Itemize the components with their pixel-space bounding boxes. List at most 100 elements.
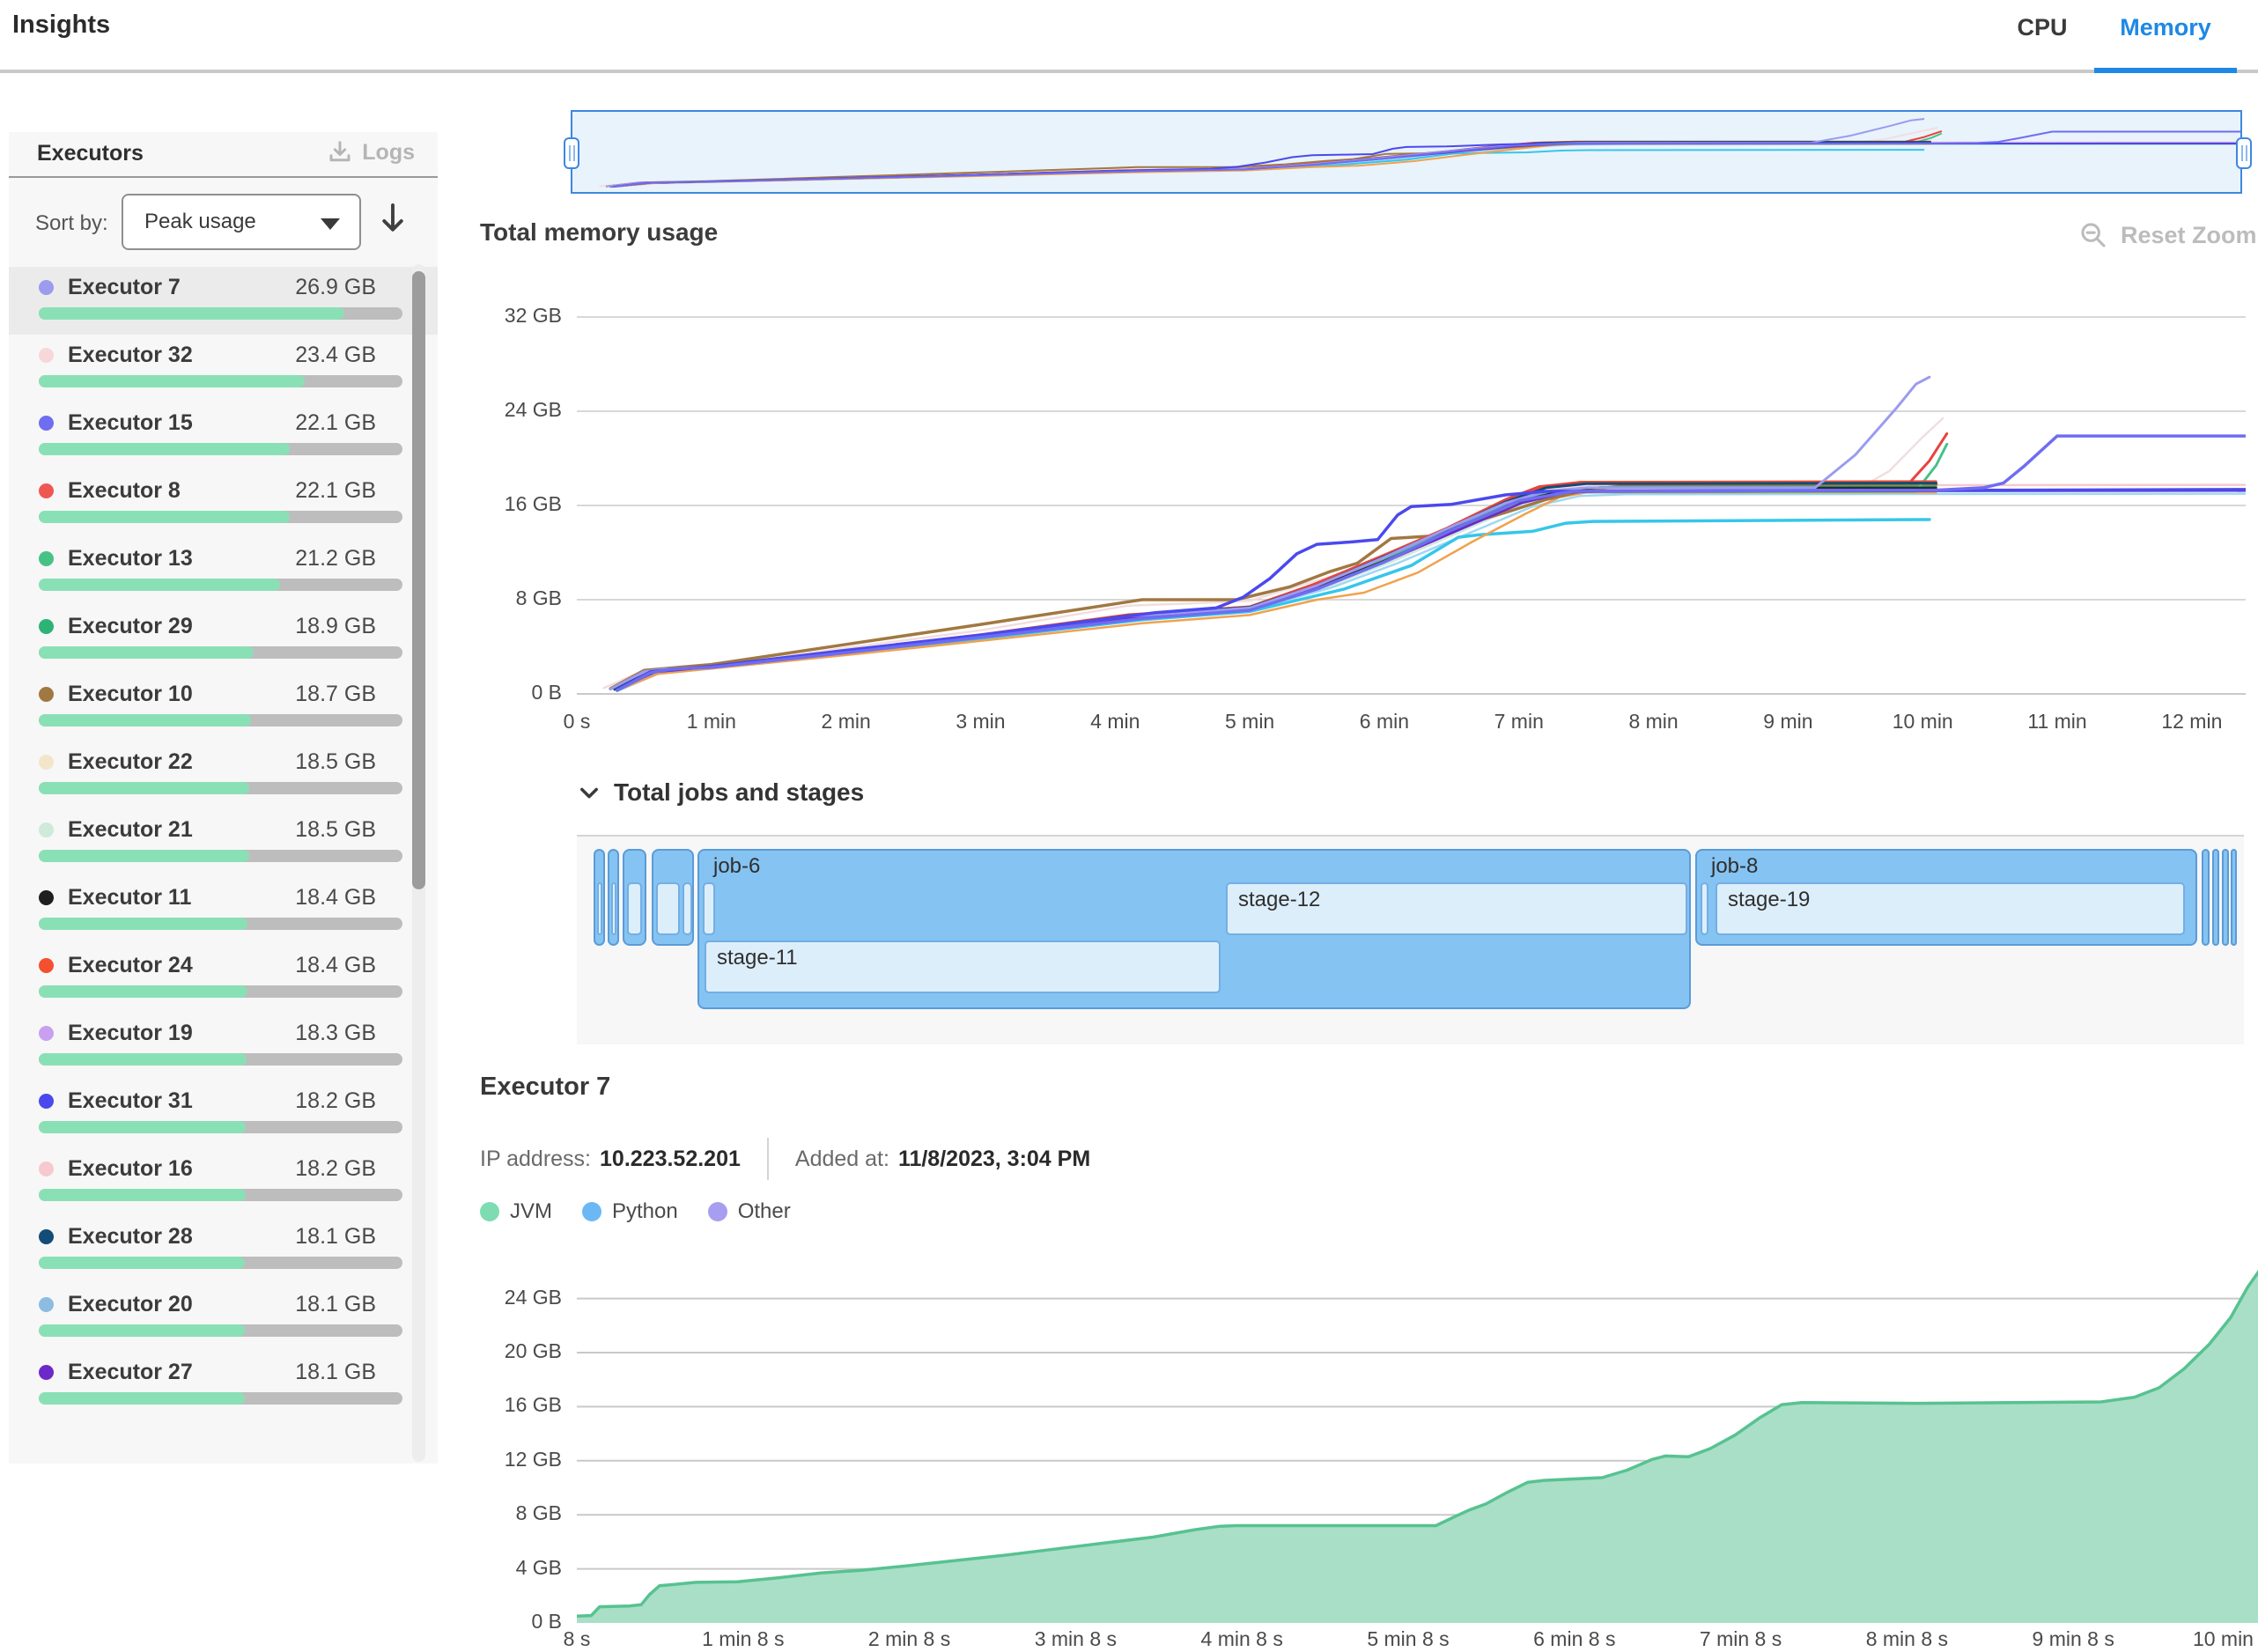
executor-list-item[interactable]: Executor 3223.4 GB (9, 335, 438, 402)
legend-color-dot (582, 1202, 601, 1221)
stage-bar[interactable] (627, 882, 642, 935)
executor-list-item[interactable]: Executor 1918.3 GB (9, 1013, 438, 1080)
jobs-section-toggle[interactable]: Total jobs and stages (577, 778, 864, 807)
executor-color-dot (39, 551, 54, 566)
y-axis-tick-label: 24 GB (458, 1286, 562, 1309)
executor-list-item[interactable]: Executor 2118.5 GB (9, 809, 438, 877)
stage-bar[interactable] (597, 882, 602, 935)
timeline-brush[interactable] (571, 110, 2242, 194)
executor-memory-area-chart[interactable] (577, 1243, 2258, 1623)
x-axis-tick-label: 0 s (502, 710, 652, 734)
stage-bar[interactable]: stage-12 (1226, 882, 1687, 935)
executor-name: Executor 32 (68, 343, 193, 368)
memory-line-executor-27 (617, 490, 2246, 690)
executor-color-dot (39, 687, 54, 702)
executor-list-item[interactable]: Executor 2418.4 GB (9, 945, 438, 1013)
job-bar[interactable] (2212, 849, 2219, 946)
executor-list-item[interactable]: Executor 2718.1 GB (9, 1352, 438, 1420)
executor-row: Executor 1018.7 GB (39, 681, 402, 707)
executor-usage-bar (39, 375, 402, 387)
stage-bar[interactable] (683, 882, 692, 935)
executor-usage-bar (39, 646, 402, 659)
total-memory-usage-chart[interactable] (577, 291, 2246, 704)
sort-by-label: Sort by: (35, 211, 108, 236)
executor-list-item[interactable]: Executor 726.9 GB (9, 267, 438, 335)
executor-usage-bar-fill (39, 511, 290, 523)
added-at-value: 11/8/2023, 3:04 PM (898, 1147, 1090, 1172)
memory-line-executor-20 (617, 494, 2246, 690)
executor-peak-value: 18.2 GB (295, 1156, 376, 1182)
tab-memory[interactable]: Memory (2095, 14, 2236, 41)
reset-zoom-button[interactable]: Reset Zoom (2078, 220, 2257, 250)
brush-handle-right[interactable] (2236, 137, 2252, 169)
x-axis-tick-label: 1 min (637, 710, 786, 734)
tab-cpu[interactable]: CPU (1998, 14, 2086, 41)
executor-usage-bar-fill (39, 1392, 245, 1405)
stage-bar[interactable] (703, 882, 715, 935)
stage-label: stage-11 (717, 946, 798, 970)
executor-list-item[interactable]: Executor 3118.2 GB (9, 1080, 438, 1148)
executor-row: Executor 3223.4 GB (39, 342, 402, 368)
executor-list-item[interactable]: Executor 2818.1 GB (9, 1216, 438, 1284)
executor-name: Executor 13 (68, 546, 193, 572)
x-axis-tick-label: 9 min (1713, 710, 1863, 734)
scrollbar-thumb[interactable] (412, 271, 425, 889)
sort-select[interactable]: Peak usage (122, 194, 361, 250)
executor-list-item[interactable]: Executor 1618.2 GB (9, 1148, 438, 1216)
stage-bar[interactable]: stage-11 (705, 940, 1221, 993)
executor-list-item[interactable]: Executor 2018.1 GB (9, 1284, 438, 1352)
executor-usage-bar (39, 1324, 402, 1337)
y-axis-tick-label: 0 B (458, 681, 562, 704)
y-axis-tick-label: 20 GB (458, 1339, 562, 1363)
sort-direction-descending-icon[interactable] (377, 201, 409, 236)
executor-name: Executor 28 (68, 1224, 193, 1250)
executor-color-dot (39, 1229, 54, 1244)
logs-button[interactable]: Logs (327, 139, 415, 166)
executor-usage-bar (39, 443, 402, 455)
stage-bar[interactable] (1701, 882, 1708, 935)
executor-peak-value: 18.1 GB (295, 1360, 376, 1385)
job-bar[interactable] (2222, 849, 2229, 946)
executor-usage-bar (39, 511, 402, 523)
legend-color-dot (480, 1202, 499, 1221)
executor-usage-bar (39, 1121, 402, 1133)
job-bar[interactable] (2231, 849, 2237, 946)
executor-row: Executor 1118.4 GB (39, 884, 402, 911)
memory-line-executor-31 (617, 490, 2246, 690)
executor-usage-bar (39, 850, 402, 862)
executor-list-item[interactable]: Executor 2918.9 GB (9, 606, 438, 674)
executor-peak-value: 18.9 GB (295, 614, 376, 639)
legend-item: Other (708, 1199, 791, 1224)
executor-usage-bar (39, 1053, 402, 1066)
executor-usage-bar (39, 1189, 402, 1201)
stage-bar[interactable] (656, 882, 680, 935)
x-axis-tick-label: 3 min 8 s (1000, 1627, 1150, 1651)
download-icon (327, 139, 353, 166)
x-axis-tick-label: 12 min (2117, 710, 2258, 734)
stage-bar[interactable]: stage-19 (1716, 882, 2185, 935)
executor-list-item[interactable]: Executor 1321.2 GB (9, 538, 438, 606)
executor-row: Executor 1522.1 GB (39, 409, 402, 436)
executor-list-item[interactable]: Executor 822.1 GB (9, 470, 438, 538)
y-axis-tick-label: 12 GB (458, 1448, 562, 1471)
stage-bar[interactable] (611, 882, 616, 935)
job-bar[interactable] (2202, 849, 2210, 946)
executor-color-dot (39, 755, 54, 770)
brush-handle-left[interactable] (564, 137, 579, 169)
executor-list-item[interactable]: Executor 2218.5 GB (9, 741, 438, 809)
x-axis-tick-label: 11 min (1982, 710, 2132, 734)
executor-color-dot (39, 1365, 54, 1380)
executor-list-item[interactable]: Executor 1118.4 GB (9, 877, 438, 945)
x-axis-tick-label: 1 min 8 s (668, 1627, 818, 1651)
brush-minimap-chart (572, 112, 2240, 192)
executor-list-item[interactable]: Executor 1522.1 GB (9, 402, 438, 470)
page-header: Insights CPU Memory (0, 0, 2258, 70)
executor-color-dot (39, 822, 54, 837)
executor-name: Executor 20 (68, 1292, 193, 1317)
stage-label: stage-12 (1238, 888, 1320, 912)
executor-list-item[interactable]: Executor 1018.7 GB (9, 674, 438, 741)
executor-usage-bar-fill (39, 1189, 246, 1201)
executor-color-dot (39, 1094, 54, 1109)
executors-panel-title: Executors (37, 141, 144, 166)
legend-label: Other (738, 1199, 791, 1224)
